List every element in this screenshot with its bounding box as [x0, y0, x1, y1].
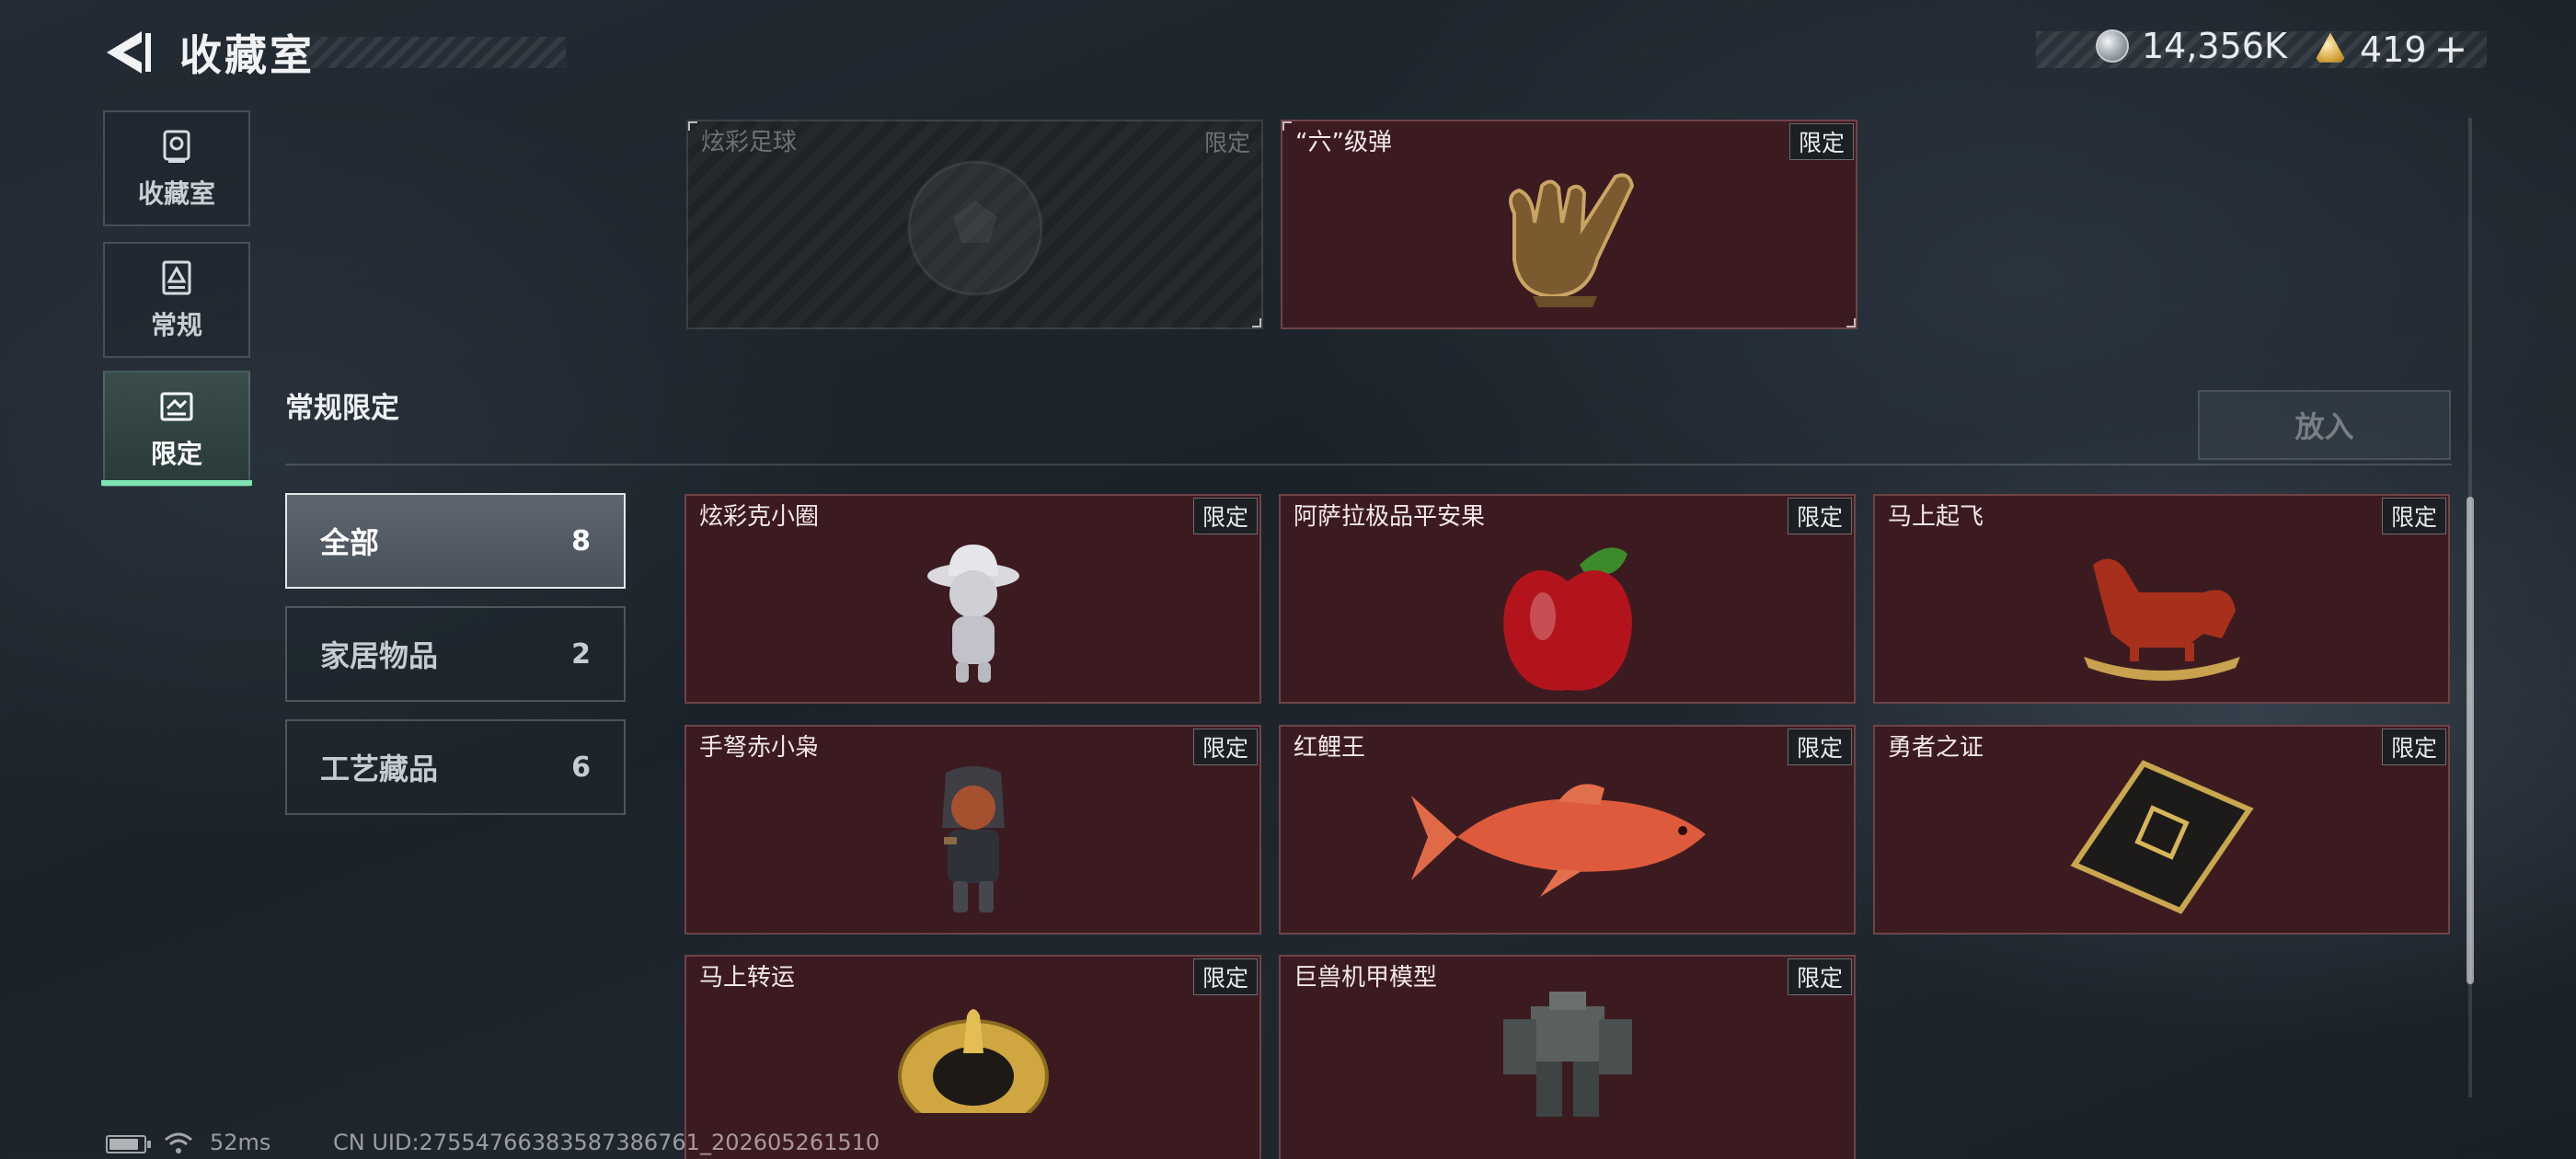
limited-badge: 限定 [1193, 729, 1258, 765]
put-in-button[interactable]: 放入 [2198, 390, 2451, 460]
ping-value: 52ms [210, 1130, 271, 1155]
active-tab-indicator [101, 480, 252, 486]
limited-badge: 限定 [1193, 958, 1258, 995]
toy-figure-icon [926, 545, 1019, 683]
horse-statue-icon [2083, 558, 2240, 681]
filter-count: 8 [571, 524, 591, 557]
item-name: “六”级弹 [1295, 129, 1392, 156]
golden-roulette-icon [897, 1009, 1049, 1113]
item-card[interactable]: 炫彩克小圈 限定 [684, 494, 1261, 704]
tab-regular-label: 常规 [150, 310, 202, 340]
item-card[interactable]: 红鲤王 限定 [1279, 725, 1856, 935]
tab-collection-room-label: 收藏室 [137, 178, 215, 209]
hand-gesture-statue-icon [1508, 173, 1634, 307]
item-name: 巨兽机甲模型 [1294, 964, 1438, 992]
silver-coin-icon [2096, 29, 2129, 63]
brave-badge-card-icon [2069, 760, 2254, 914]
filter-craft-collectibles[interactable]: 工艺藏品 6 [285, 719, 626, 815]
item-card[interactable]: 勇者之证 限定 [1873, 725, 2450, 935]
item-name: 红鲤王 [1294, 734, 1366, 762]
tab-limited-label: 限定 [150, 439, 202, 469]
item-name: 马上转运 [699, 964, 796, 992]
item-card[interactable]: 马上转运 限定 [684, 955, 1261, 1159]
back-arrow-icon [107, 31, 151, 74]
tab-collection-room[interactable]: 收藏室 [103, 110, 250, 226]
item-card[interactable]: 手弩赤小枭 限定 [684, 725, 1261, 935]
filter-label: 工艺藏品 [320, 752, 439, 786]
wifi-icon [165, 1132, 192, 1153]
section-title: 常规限定 [285, 392, 399, 425]
limited-badge: 限定 [1788, 729, 1852, 765]
item-card-locked[interactable]: 炫彩足球 限定 [686, 120, 1263, 329]
limited-badge: 限定 [2382, 498, 2446, 534]
item-name: 阿萨拉极品平安果 [1294, 503, 1486, 531]
tab-regular[interactable]: 常规 [103, 242, 250, 358]
add-currency-button[interactable]: + [2434, 26, 2468, 73]
filter-count: 2 [571, 637, 591, 671]
red-apple-icon [1502, 547, 1632, 691]
item-name: 马上起飞 [1888, 503, 1984, 531]
red-carp-icon [1410, 784, 1706, 897]
filter-label: 全部 [320, 525, 380, 560]
section-divider [285, 464, 2452, 465]
regular-card-icon [162, 260, 191, 295]
filter-label: 家居物品 [320, 638, 439, 673]
filter-all[interactable]: 全部 8 [285, 493, 626, 589]
gold-currency-amount: 419 [2360, 29, 2427, 70]
gold-triangle-coin-icon [2314, 32, 2347, 63]
back-button[interactable] [101, 28, 156, 77]
battery-icon [106, 1135, 146, 1153]
silver-currency: 14,356K [2096, 26, 2287, 66]
battery-cap [147, 1141, 151, 1148]
item-name: 炫彩克小圈 [699, 503, 820, 531]
filter-count: 6 [571, 751, 591, 784]
limited-badge: 限定 [1788, 498, 1852, 534]
limited-badge: 限定 [1788, 958, 1852, 995]
item-card[interactable]: “六”级弹 限定 [1281, 120, 1857, 329]
limited-badge: 限定 [1789, 123, 1854, 160]
silver-currency-amount: 14,356K [2142, 26, 2287, 66]
limited-badge: 限定 [1203, 130, 1250, 156]
title-decoration [304, 37, 566, 68]
gold-currency: 419 + [2314, 26, 2467, 73]
limited-card-icon [160, 392, 193, 421]
item-name: 勇者之证 [1888, 734, 1984, 762]
item-name: 炫彩足球 [701, 129, 798, 156]
limited-badge: 限定 [2382, 729, 2446, 765]
limited-badge: 限定 [1193, 498, 1258, 534]
page-title: 收藏室 [179, 30, 315, 80]
item-card[interactable]: 巨兽机甲模型 限定 [1279, 955, 1856, 1159]
uid-text: CN UID:27554766383587386761_202605261510 [333, 1130, 880, 1155]
scroll-thumb[interactable] [2467, 497, 2474, 984]
mech-model-icon [1502, 992, 1632, 1117]
trophy-icon [163, 130, 190, 163]
soccer-ball-icon [907, 160, 1042, 296]
tab-limited[interactable]: 限定 [103, 371, 250, 487]
crossbow-figure-icon [941, 766, 1005, 912]
item-card[interactable]: 阿萨拉极品平安果 限定 [1279, 494, 1856, 704]
item-name: 手弩赤小枭 [699, 734, 820, 762]
filter-home-items[interactable]: 家居物品 2 [285, 606, 626, 702]
item-card[interactable]: 马上起飞 限定 [1873, 494, 2450, 704]
